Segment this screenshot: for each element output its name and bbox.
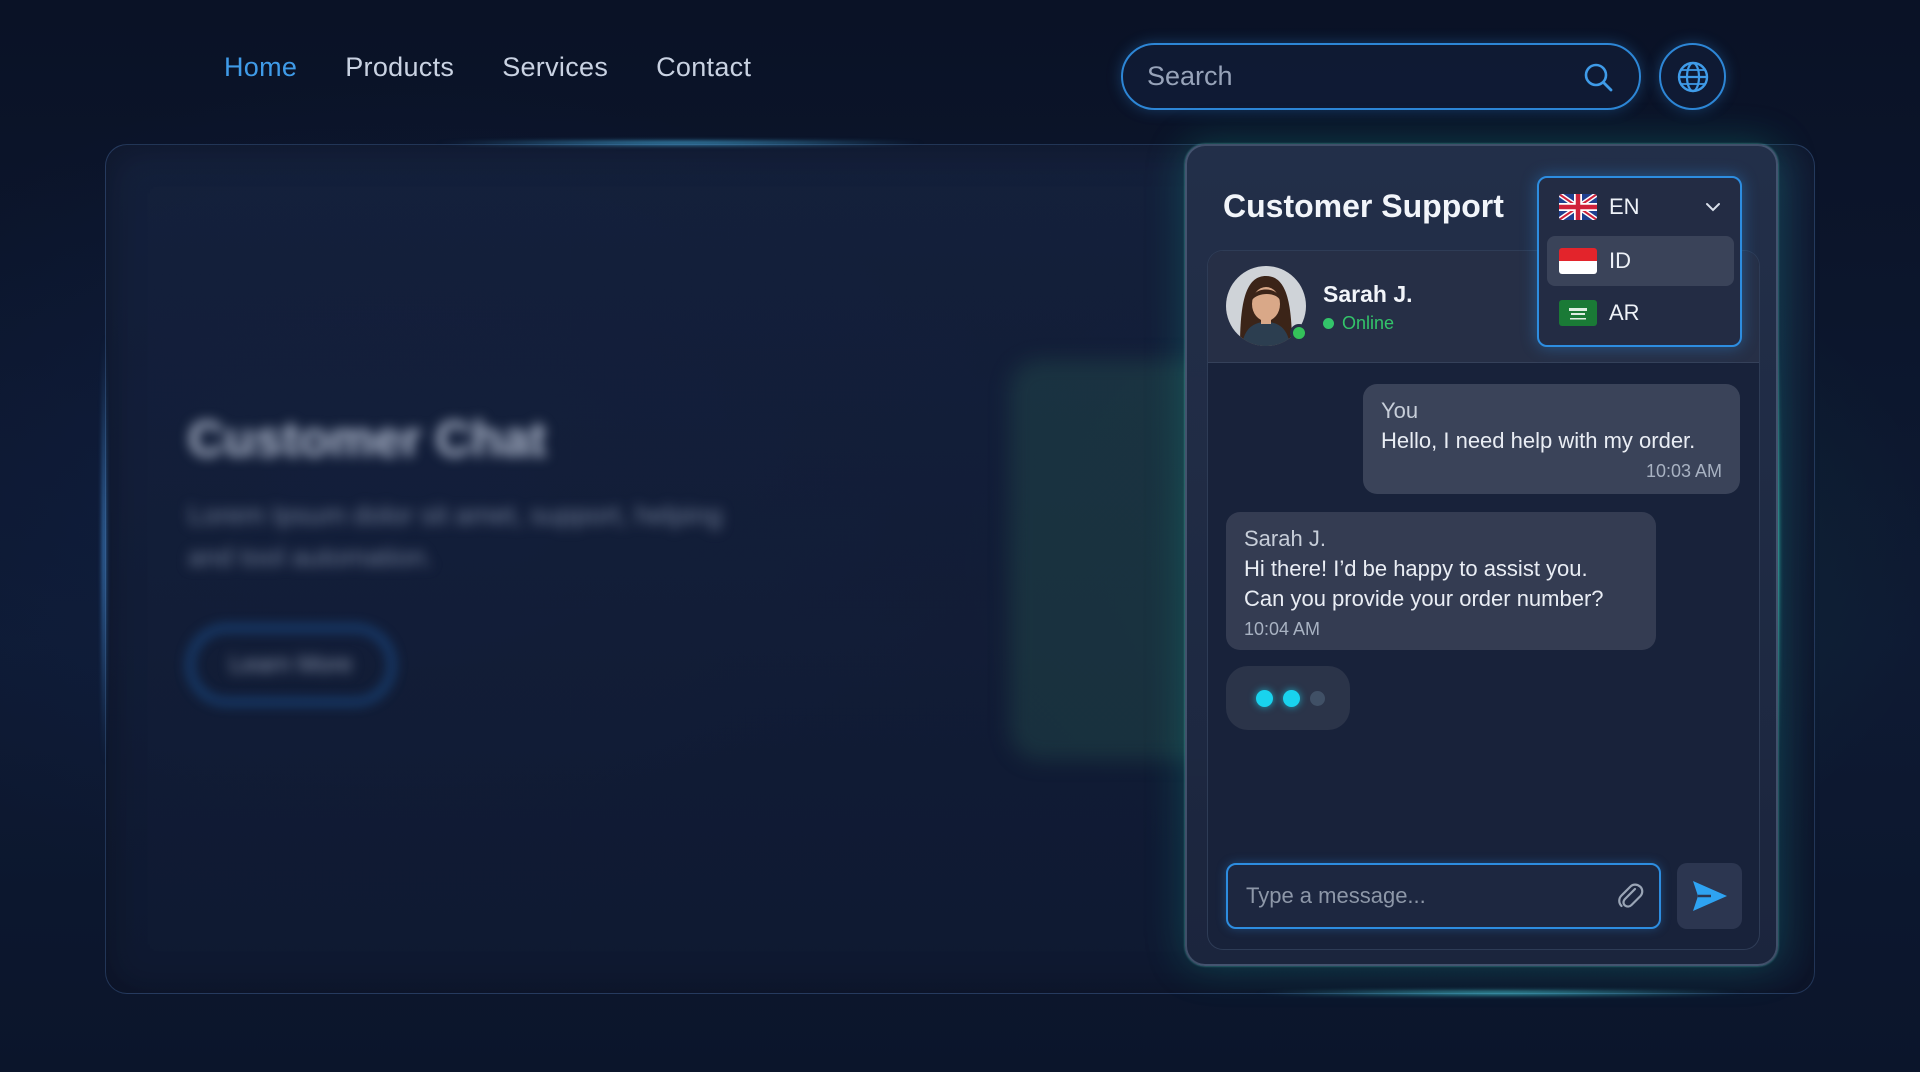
message-text-line-1: Hi there! I’d be happy to assist you. xyxy=(1244,556,1588,581)
language-dropdown[interactable]: EN ID AR xyxy=(1537,176,1742,347)
search-input[interactable] xyxy=(1147,61,1581,92)
agent-name: Sarah J. xyxy=(1323,281,1413,307)
learn-more-button[interactable]: Learn More xyxy=(188,626,394,704)
chat-window: Sarah J. Online You Hello, I need help w… xyxy=(1207,250,1760,950)
hero-section: Customer Chat Lorem Ipsum dolor sit amet… xyxy=(188,410,768,704)
glow-accent-bottom xyxy=(1250,990,1750,996)
online-indicator xyxy=(1290,324,1308,342)
uk-flag-icon xyxy=(1559,194,1597,220)
globe-icon xyxy=(1677,61,1708,92)
message-time: 10:03 AM xyxy=(1645,461,1722,481)
search-bar[interactable] xyxy=(1121,43,1641,110)
language-option-label: ID xyxy=(1609,248,1631,273)
paperclip-icon[interactable] xyxy=(1615,881,1645,911)
message-input[interactable] xyxy=(1246,883,1615,909)
message-text: Hello, I need help with my order. xyxy=(1381,428,1696,453)
message-text-line-2: Can you provide your order number? xyxy=(1244,586,1604,611)
message-agent: Sarah J. Hi there! I’d be happy to assis… xyxy=(1226,512,1656,650)
glow-accent-left xyxy=(101,330,107,770)
message-sender: Sarah J. xyxy=(1244,526,1326,551)
language-globe-button[interactable] xyxy=(1659,43,1726,110)
agent-status: Online xyxy=(1323,313,1394,334)
language-option-ar[interactable]: AR xyxy=(1547,288,1734,338)
agent-status-text: Online xyxy=(1342,313,1395,333)
typing-indicator xyxy=(1226,666,1350,730)
nav-services[interactable]: Services xyxy=(502,52,608,83)
hero-title: Customer Chat xyxy=(188,411,547,467)
message-sender: You xyxy=(1381,398,1419,423)
message-time: 10:04 AM xyxy=(1244,619,1321,639)
message-user: You Hello, I need help with my order. 10… xyxy=(1363,384,1740,494)
top-nav: Home Products Services Contact xyxy=(224,52,751,83)
avatar xyxy=(1226,266,1308,346)
nav-contact[interactable]: Contact xyxy=(656,52,751,83)
chevron-down-icon xyxy=(1706,203,1720,212)
indonesia-flag-icon xyxy=(1559,248,1597,274)
language-selected-code: EN xyxy=(1609,194,1640,219)
language-option-id[interactable]: ID xyxy=(1547,236,1734,286)
language-selected[interactable]: EN xyxy=(1539,178,1740,236)
language-option-label: AR xyxy=(1609,300,1640,325)
glow-accent-top xyxy=(430,140,930,146)
send-icon xyxy=(1692,881,1727,911)
send-button[interactable] xyxy=(1677,863,1742,929)
typing-dot xyxy=(1310,690,1325,706)
saudi-flag-icon xyxy=(1559,300,1597,326)
nav-products[interactable]: Products xyxy=(345,52,454,83)
nav-home[interactable]: Home xyxy=(224,52,297,83)
typing-dot xyxy=(1256,689,1273,707)
status-dot-icon xyxy=(1323,318,1334,329)
support-title: Customer Support xyxy=(1223,188,1504,224)
hero-subtitle: Lorem Ipsum dolor sit amet, support, hel… xyxy=(188,500,723,572)
search-icon[interactable] xyxy=(1581,60,1615,94)
message-input-box[interactable] xyxy=(1226,863,1661,929)
typing-dot xyxy=(1283,689,1300,707)
